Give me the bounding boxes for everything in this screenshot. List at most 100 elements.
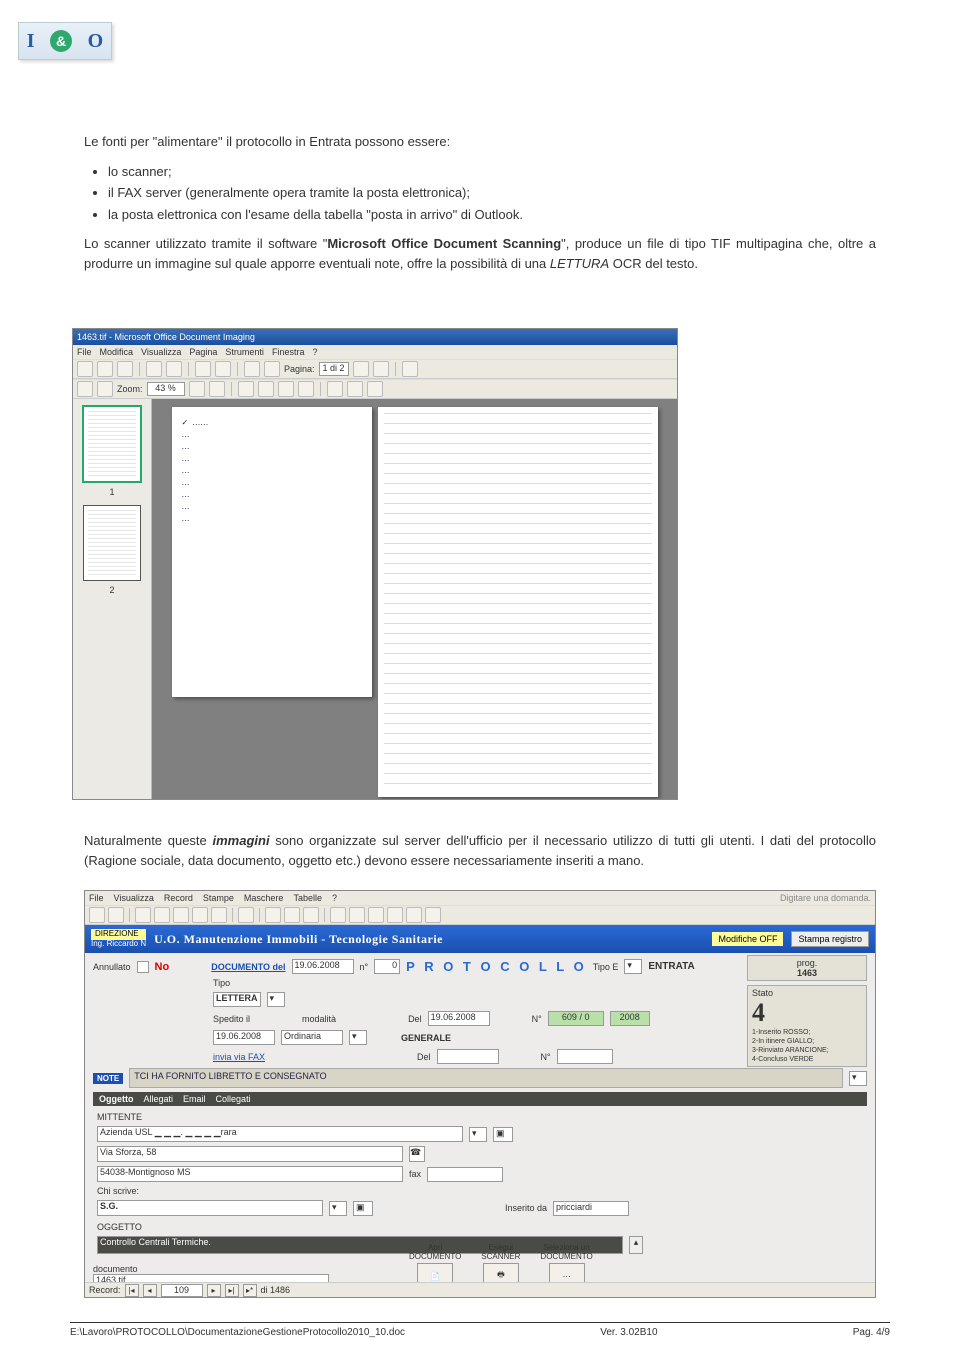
menu-item[interactable]: Strumenti [225, 347, 264, 357]
select-tool-icon[interactable] [97, 381, 113, 397]
menu-item[interactable]: Visualizza [141, 347, 181, 357]
paste-icon[interactable] [303, 907, 319, 923]
tab-email[interactable]: Email [183, 1094, 206, 1104]
menu-item[interactable]: Finestra [272, 347, 305, 357]
cap-input[interactable]: 54038-Montignoso MS [97, 1166, 403, 1182]
fax-input[interactable] [427, 1167, 503, 1182]
hand-tool-icon[interactable] [77, 381, 93, 397]
tipo-dropdown-icon[interactable]: ▾ [267, 992, 285, 1007]
next-record-icon[interactable] [173, 907, 189, 923]
mittente-input[interactable]: Azienda USL ▁ ▁ ▁. ▁ ▁ ▁ ▁rara [97, 1126, 463, 1142]
highlight-icon[interactable] [278, 381, 294, 397]
copy-icon[interactable] [166, 361, 182, 377]
save-icon[interactable] [97, 361, 113, 377]
tipo-e-dropdown[interactable]: ▾ [624, 959, 642, 974]
view-page-icon[interactable] [347, 381, 363, 397]
anno-input[interactable]: 2008 [610, 1011, 650, 1026]
prev-page-icon[interactable] [353, 361, 369, 377]
num-input[interactable]: 609 / 0 [548, 1011, 604, 1026]
tipo-value[interactable]: LETTERA [213, 992, 261, 1007]
phone-icon[interactable]: ☎ [409, 1146, 425, 1162]
spedito-date-input[interactable]: 19.06.2008 [213, 1030, 275, 1045]
tab-oggetto[interactable]: Oggetto [99, 1094, 134, 1104]
rotate-right-icon[interactable] [258, 381, 274, 397]
dropdown-icon[interactable]: ▾ [329, 1201, 347, 1216]
prev-record-icon[interactable] [154, 907, 170, 923]
remove-filter-icon[interactable] [425, 907, 441, 923]
lookup-button[interactable]: ▣ [493, 1127, 513, 1142]
menubar: File Modifica Visualizza Pagina Strument… [73, 345, 677, 359]
help-icon[interactable] [402, 361, 418, 377]
del2-input[interactable] [437, 1049, 499, 1064]
num2-input[interactable] [557, 1049, 613, 1064]
tab-collegati[interactable]: Collegati [216, 1094, 251, 1104]
prev-record-button[interactable]: ◂ [143, 1284, 157, 1297]
last-record-button[interactable]: ▸| [225, 1284, 239, 1297]
menu-item[interactable]: Stampe [203, 893, 234, 903]
find-icon[interactable] [238, 907, 254, 923]
new-record-button[interactable]: ▸* [243, 1284, 257, 1297]
menu-item[interactable]: Pagina [189, 347, 217, 357]
open-icon[interactable] [77, 361, 93, 377]
modifiche-button[interactable]: Modifiche OFF [712, 932, 783, 946]
menu-item[interactable]: File [77, 347, 92, 357]
doc-date-input[interactable]: 19.06.2008 [292, 959, 354, 974]
filter-form-icon[interactable] [387, 907, 403, 923]
view-two-icon[interactable] [367, 381, 383, 397]
sort-desc-icon[interactable] [349, 907, 365, 923]
cut-icon[interactable] [265, 907, 281, 923]
design-icon[interactable] [108, 907, 124, 923]
rotate-left-icon[interactable] [238, 381, 254, 397]
chi-scrive-input[interactable]: S.G. [97, 1200, 323, 1216]
annullato-checkbox[interactable] [137, 961, 149, 973]
help-hint[interactable]: Digitare una domanda. [780, 893, 871, 903]
pen-icon[interactable] [298, 381, 314, 397]
via-input[interactable]: Via Sforza, 58 [97, 1146, 403, 1162]
cut-icon[interactable] [146, 361, 162, 377]
page-thumbnail[interactable] [83, 505, 141, 581]
page-thumbnail[interactable] [82, 405, 142, 483]
doc-n-input[interactable]: 0 [374, 959, 400, 974]
zoom-input[interactable]: 43 % [147, 382, 185, 396]
first-record-icon[interactable] [135, 907, 151, 923]
menu-item[interactable]: Visualizza [114, 893, 154, 903]
send-icon[interactable] [244, 361, 260, 377]
last-record-icon[interactable] [192, 907, 208, 923]
apply-filter-icon[interactable] [406, 907, 422, 923]
view-icon[interactable] [89, 907, 105, 923]
next-record-button[interactable]: ▸ [207, 1284, 221, 1297]
zoom-out-icon[interactable] [209, 381, 225, 397]
del-date-input[interactable]: 19.06.2008 [428, 1011, 490, 1026]
sort-asc-icon[interactable] [330, 907, 346, 923]
zoom-in-icon[interactable] [189, 381, 205, 397]
next-page-icon[interactable] [373, 361, 389, 377]
export-icon[interactable] [264, 361, 280, 377]
modalita-dropdown-icon[interactable]: ▾ [349, 1030, 367, 1045]
menu-item[interactable]: Record [164, 893, 193, 903]
record-number-input[interactable]: 109 [161, 1284, 203, 1297]
note-dropdown-icon[interactable]: ▾ [849, 1071, 867, 1086]
menu-item[interactable]: File [89, 893, 104, 903]
dropdown-icon[interactable]: ▾ [469, 1127, 487, 1142]
menu-item[interactable]: ? [332, 893, 337, 903]
first-record-button[interactable]: |◂ [125, 1284, 139, 1297]
filter-icon[interactable] [368, 907, 384, 923]
modalita-input[interactable]: Ordinaria [281, 1030, 343, 1045]
stampa-button[interactable]: Stampa registro [791, 931, 869, 947]
tab-allegati[interactable]: Allegati [144, 1094, 174, 1104]
lookup-button[interactable]: ▣ [353, 1201, 373, 1216]
menu-item[interactable]: ? [312, 347, 317, 357]
menu-item[interactable]: Tabelle [293, 893, 322, 903]
print-icon[interactable] [117, 361, 133, 377]
view-thumb-icon[interactable] [327, 381, 343, 397]
copy-icon[interactable] [284, 907, 300, 923]
invia-fax-link[interactable]: invia via FAX [213, 1052, 265, 1062]
menu-item[interactable]: Modifica [100, 347, 134, 357]
page-input[interactable]: 1 di 2 [319, 362, 349, 376]
menu-item[interactable]: Maschere [244, 893, 284, 903]
document-viewport[interactable]: ✓ ………………………… [152, 399, 677, 800]
note-field[interactable]: TCI HA FORNITO LIBRETTO E CONSEGNATO [129, 1068, 843, 1088]
find-icon[interactable] [215, 361, 231, 377]
new-record-icon[interactable] [211, 907, 227, 923]
ocr-icon[interactable] [195, 361, 211, 377]
